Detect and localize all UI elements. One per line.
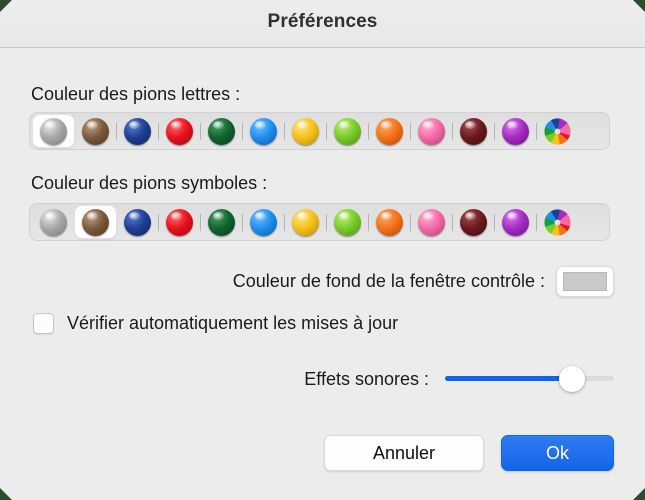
swatch-symbols-orange[interactable] — [369, 206, 410, 238]
control-window-background-label: Couleur de fond de la fenêtre contrôle : — [232, 270, 545, 291]
purple-orb-icon — [502, 117, 529, 145]
auto-update-label: Vérifier automatiquement les mises à jou… — [67, 313, 399, 333]
swatch-symbols-light-blue[interactable] — [243, 206, 284, 238]
rainbow-orb-icon — [544, 118, 571, 145]
preferences-dialog: Préférences Couleur des pions lettres : … — [0, 0, 645, 500]
control-window-background-color-well[interactable] — [556, 265, 614, 297]
swatch-letters-brown[interactable] — [75, 115, 116, 147]
sound-effects-label: Effets sonores : — [304, 368, 429, 389]
swatch-letters-yellow[interactable] — [285, 115, 326, 147]
swatch-symbols-rainbow[interactable] — [537, 206, 578, 238]
light-green-orb-icon — [334, 208, 361, 236]
pink-orb-icon — [418, 117, 445, 145]
swatch-symbols-brown[interactable] — [75, 206, 116, 238]
page-title: Préférences — [267, 11, 378, 32]
swatch-symbols-gray[interactable] — [33, 206, 74, 238]
swatch-letters-green[interactable] — [201, 115, 242, 147]
red-orb-icon — [166, 117, 193, 145]
green-orb-icon — [208, 117, 235, 145]
rainbow-orb-icon — [544, 209, 571, 236]
swatch-letters-gray[interactable] — [33, 115, 74, 147]
dialog-footer: Annuler Ok — [0, 433, 645, 473]
swatch-symbols-green[interactable] — [201, 206, 242, 238]
auto-update-row[interactable]: Vérifier automatiquement les mises à jou… — [33, 313, 398, 334]
slider-thumb[interactable] — [558, 366, 585, 392]
dark-red-orb-icon — [460, 117, 487, 145]
swatch-letters-red[interactable] — [159, 115, 200, 147]
swatch-letters-dark-red[interactable] — [453, 115, 494, 147]
letters-color-label: Couleur des pions lettres : — [31, 84, 241, 104]
cancel-button[interactable]: Annuler — [324, 435, 484, 471]
purple-orb-icon — [502, 208, 529, 236]
color-swatch-icon — [563, 271, 607, 291]
symbols-color-swatch-strip[interactable] — [29, 203, 610, 241]
control-window-background-row: Couleur de fond de la fenêtre contrôle : — [31, 262, 614, 300]
swatch-letters-pink[interactable] — [411, 115, 452, 147]
orange-orb-icon — [376, 208, 403, 236]
gray-orb-icon — [40, 117, 67, 145]
yellow-orb-icon — [292, 117, 319, 145]
slider-fill — [445, 376, 572, 381]
swatch-symbols-pink[interactable] — [411, 206, 452, 238]
red-orb-icon — [166, 208, 193, 236]
swatch-letters-blue[interactable] — [117, 115, 158, 147]
swatch-symbols-dark-red[interactable] — [453, 206, 494, 238]
light-blue-orb-icon — [250, 117, 277, 145]
yellow-orb-icon — [292, 208, 319, 236]
green-orb-icon — [208, 208, 235, 236]
swatch-letters-light-green[interactable] — [327, 115, 368, 147]
swatch-letters-purple[interactable] — [495, 115, 536, 147]
swatch-symbols-purple[interactable] — [495, 206, 536, 238]
swatch-symbols-blue[interactable] — [117, 206, 158, 238]
sound-effects-row: Effets sonores : — [31, 362, 614, 396]
brown-orb-icon — [82, 208, 109, 236]
ok-button[interactable]: Ok — [501, 435, 614, 471]
auto-update-checkbox[interactable] — [33, 313, 54, 334]
dark-red-orb-icon — [460, 208, 487, 236]
swatch-letters-orange[interactable] — [369, 115, 410, 147]
gray-orb-icon — [40, 208, 67, 236]
blue-orb-icon — [124, 208, 151, 236]
brown-orb-icon — [82, 117, 109, 145]
pink-orb-icon — [418, 208, 445, 236]
sound-effects-slider[interactable] — [445, 366, 614, 392]
swatch-letters-rainbow[interactable] — [537, 115, 578, 147]
swatch-letters-light-blue[interactable] — [243, 115, 284, 147]
symbols-color-label: Couleur des pions symboles : — [31, 173, 268, 193]
swatch-symbols-light-green[interactable] — [327, 206, 368, 238]
title-bar: Préférences — [0, 0, 645, 48]
light-blue-orb-icon — [250, 208, 277, 236]
swatch-symbols-yellow[interactable] — [285, 206, 326, 238]
blue-orb-icon — [124, 117, 151, 145]
letters-color-swatch-strip[interactable] — [29, 112, 610, 150]
swatch-symbols-red[interactable] — [159, 206, 200, 238]
orange-orb-icon — [376, 117, 403, 145]
light-green-orb-icon — [334, 117, 361, 145]
